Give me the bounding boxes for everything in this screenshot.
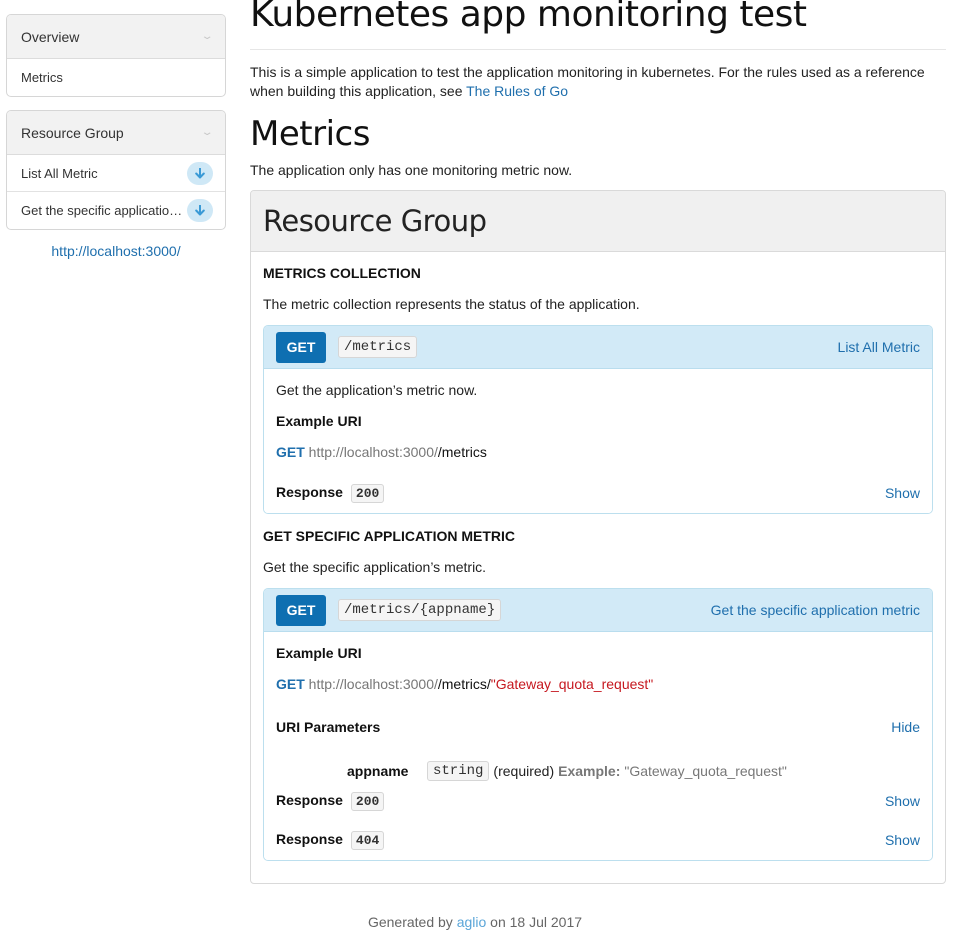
nav-resource-group-box: Resource Group ⌄ List All Metric Get the… — [6, 110, 226, 230]
resource-group: Resource Group METRICS COLLECTION The me… — [250, 190, 946, 884]
chevron-down-icon: ⌄ — [200, 31, 214, 42]
resource-title: GET SPECIFIC APPLICATION METRIC — [263, 528, 516, 544]
chevron-down-icon: ⌄ — [200, 127, 214, 138]
param-name: appname — [347, 763, 409, 779]
example-method: GET — [276, 444, 305, 460]
footer-prefix: Generated by — [367, 914, 457, 930]
nav-item-label: Get the specific application metric — [21, 203, 187, 218]
action-name-link[interactable]: Get the specific application metric — [711, 602, 920, 618]
intro-text: This is a simple application to test the… — [250, 63, 946, 101]
uri-params-toggle[interactable]: Hide — [891, 719, 920, 735]
nav-header-overview[interactable]: Overview ⌄ — [7, 15, 225, 59]
nav-header-resource-group[interactable]: Resource Group ⌄ — [7, 111, 225, 155]
response-label: Response — [276, 831, 343, 847]
action-name-link[interactable]: List All Metric — [838, 339, 920, 355]
nav-item-label: List All Metric — [21, 165, 98, 181]
param-type: string — [427, 761, 490, 781]
resource-title: METRICS COLLECTION — [263, 265, 421, 281]
main-content: Kubernetes app monitoring test This is a… — [250, 0, 946, 884]
example-method: GET — [276, 676, 305, 692]
uri-template: /metrics — [338, 336, 418, 358]
example-uri-label: Example URI — [276, 645, 362, 661]
action-list-all-metric: GET /metrics List All Metric Get the app… — [263, 325, 933, 514]
nav-item-list-all-metric[interactable]: List All Metric — [7, 155, 225, 192]
resource-group-header: Resource Group — [251, 191, 945, 252]
sidebar: Overview ⌄ Metrics Resource Group ⌄ List… — [6, 14, 226, 259]
example-host: http://localhost:3000/ — [308, 676, 438, 692]
param-required: (required) — [493, 763, 555, 779]
example-host: http://localhost:3000/ — [308, 444, 438, 460]
response-toggle[interactable]: Show — [885, 832, 920, 848]
uri-params-row: URI Parameters Hide — [276, 719, 920, 735]
resource-group-body: METRICS COLLECTION The metric collection… — [251, 252, 945, 883]
action-description: Get the application’s metric now. — [276, 382, 478, 398]
footer: Generated by aglio on 18 Jul 2017 — [250, 914, 700, 930]
nav-header-label: Overview — [21, 28, 80, 45]
example-uri-label: Example URI — [276, 413, 362, 429]
uri-param: appname string (required) Example: "Gate… — [276, 761, 920, 781]
metrics-heading: Metrics — [250, 114, 370, 154]
title-divider — [250, 49, 946, 50]
action-get-specific-metric: GET /metrics/{appname} Get the specific … — [263, 588, 933, 861]
response-toggle[interactable]: Show — [885, 485, 920, 501]
aglio-link[interactable]: aglio — [457, 914, 487, 930]
response-code: 404 — [350, 831, 385, 850]
resource-description: Get the specific application’s metric. — [263, 559, 487, 575]
response-toggle[interactable]: Show — [885, 793, 920, 809]
uri-params-label: URI Parameters — [276, 719, 381, 735]
example-uri: GET http://localhost:3000//metrics/"Gate… — [276, 676, 920, 692]
action-body: Example URI GET http://localhost:3000//m… — [264, 632, 932, 860]
action-header[interactable]: GET /metrics List All Metric — [264, 326, 932, 369]
example-param: "Gateway_quota_request" — [490, 676, 654, 692]
nav-item-metrics[interactable]: Metrics — [7, 59, 225, 96]
page-title: Kubernetes app monitoring test — [250, 0, 807, 35]
host-link[interactable]: http://localhost:3000/ — [6, 243, 226, 259]
example-path: /metrics — [437, 444, 487, 460]
response-info: Response 200 — [276, 484, 385, 503]
resource-description: The metric collection represents the sta… — [263, 296, 640, 312]
nav-header-label: Resource Group — [21, 124, 124, 141]
metrics-description: The application only has one monitoring … — [250, 162, 573, 178]
response-code: 200 — [350, 484, 385, 503]
response-row: Response 200 Show — [276, 792, 920, 811]
response-code: 200 — [350, 792, 385, 811]
param-example-label: Example: — [558, 763, 621, 779]
response-row: Response 404 Show — [276, 831, 920, 850]
resource-group-title: Resource Group — [263, 204, 487, 238]
response-label: Response — [276, 484, 343, 500]
nav-item-get-specific-metric[interactable]: Get the specific application metric — [7, 192, 225, 229]
arrow-down-icon[interactable] — [187, 161, 213, 185]
example-path: /metrics/ — [437, 676, 491, 692]
example-uri: GET http://localhost:3000//metrics — [276, 444, 920, 460]
response-info: Response 200 — [276, 792, 385, 811]
param-example: "Gateway_quota_request" — [624, 763, 787, 779]
arrow-down-icon[interactable] — [187, 199, 213, 222]
nav-overview-box: Overview ⌄ Metrics — [6, 14, 226, 97]
response-info: Response 404 — [276, 831, 385, 850]
response-row: Response 200 Show — [276, 484, 920, 503]
footer-suffix: on 18 Jul 2017 — [486, 914, 583, 930]
method-badge: GET — [276, 594, 326, 626]
action-body: Get the application’s metric now. Exampl… — [264, 369, 932, 513]
action-header[interactable]: GET /metrics/{appname} Get the specific … — [264, 589, 932, 632]
rules-of-go-link[interactable]: The Rules of Go — [466, 83, 568, 99]
intro-body: This is a simple application to test the… — [250, 64, 925, 99]
uri-template: /metrics/{appname} — [338, 599, 502, 621]
response-label: Response — [276, 792, 343, 808]
nav-item-label: Metrics — [21, 70, 63, 85]
method-badge: GET — [276, 331, 326, 363]
